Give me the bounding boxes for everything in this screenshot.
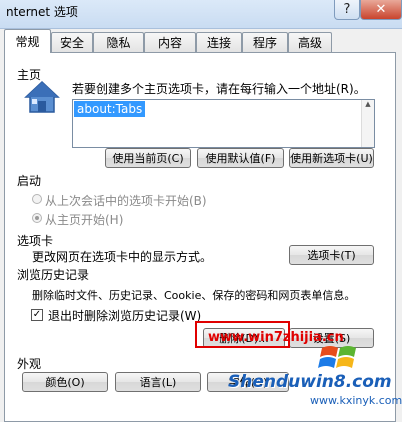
startup-last-session-radio[interactable] [32,194,42,204]
startup-homepage-label: 从主页开始(H) [45,213,124,227]
watermark-site: www.kxinyk.com [310,394,402,407]
watermark-brand: Shenduwin8.com [228,372,392,392]
use-new-tab-button[interactable]: 使用新选项卡(U) [289,148,374,168]
close-icon: ✕ [375,2,387,17]
tab-content[interactable]: 内容 [144,32,196,52]
history-hint: 删除临时文件、历史记录、Cookie、保存的密码和网页表单信息。 [32,289,356,302]
tabs-section-hint: 更改网页在选项卡中的显示方式。 [32,250,213,264]
tab-security[interactable]: 安全 [51,32,93,52]
appearance-section-label: 外观 [17,357,42,371]
help-button[interactable]: ? [334,0,360,20]
help-icon: ? [343,2,351,17]
tabs-settings-button[interactable]: 选项卡(T) [289,245,374,265]
colors-button[interactable]: 颜色(O) [22,372,108,392]
close-button[interactable]: ✕ [360,0,402,20]
homepage-hint: 若要创建多个主页选项卡，请在每行输入一个地址(R)。 [72,82,366,96]
tab-advanced[interactable]: 高级 [288,32,332,52]
use-default-button[interactable]: 使用默认值(F) [197,148,284,168]
home-icon [24,80,60,113]
homepage-url-value: about:Tabs [74,101,146,117]
use-current-button[interactable]: 使用当前页(C) [105,148,191,168]
windows-logo-icon [318,346,356,368]
tab-programs[interactable]: 程序 [242,32,288,52]
history-section-label: 浏览历史记录 [17,268,90,282]
tab-connections[interactable]: 连接 [196,32,242,52]
homepage-scrollbar[interactable]: ▲ [361,100,374,147]
startup-section-label: 启动 [17,174,42,188]
window-title: nternet 选项 [6,5,78,19]
delete-history-on-exit-checkbox[interactable]: ✓ [31,309,43,321]
tabs-section-label: 选项卡 [17,234,54,248]
tab-privacy[interactable]: 隐私 [93,32,144,52]
startup-homepage-radio[interactable] [32,213,42,223]
tab-general[interactable]: 常规 [4,29,51,53]
startup-last-session-label: 从上次会话中的选项卡开始(B) [45,194,207,208]
delete-history-on-exit-label: 退出时删除浏览历史记录(W) [48,309,202,323]
scroll-up-icon: ▲ [365,100,371,108]
languages-button[interactable]: 语言(L) [115,372,201,392]
